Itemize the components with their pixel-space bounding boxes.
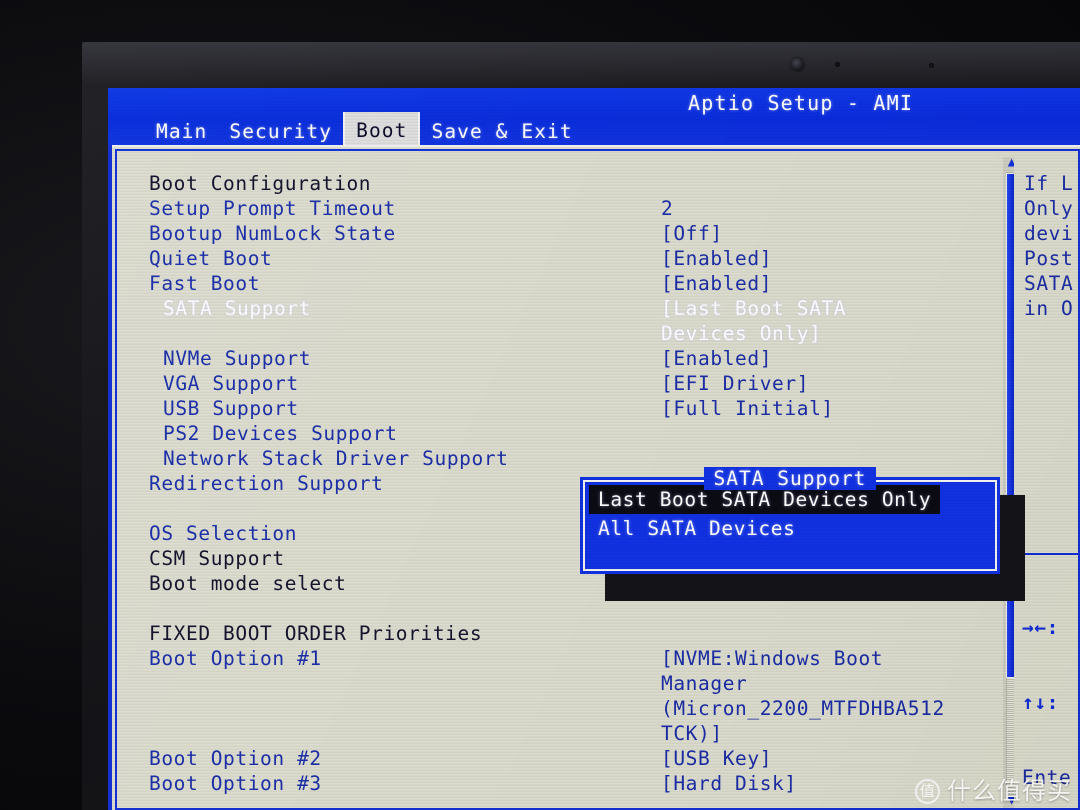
setting-label: PS2 Devices Support: [163, 422, 398, 445]
tab-label: Security: [229, 119, 333, 143]
setting-value[interactable]: [Enabled]: [661, 271, 772, 296]
setting-value[interactable]: [USB Key]: [661, 746, 772, 771]
setting-value[interactable]: [Full Initial]: [661, 396, 834, 421]
menu-tab-bar: Main Security Boot Save & Exit: [108, 112, 1080, 145]
setting-label: Boot Option #1: [149, 647, 322, 670]
help-text: If L Only devi Post SATA in O: [1024, 172, 1074, 320]
scrollbar-thumb[interactable]: [1006, 173, 1014, 678]
help-panel: If L Only devi Post SATA in O →←: ↑↓: En…: [1014, 149, 1080, 810]
scroll-up-arrow-icon[interactable]: ▲: [1004, 156, 1014, 171]
setting-row[interactable]: Setup Prompt Timeout 2: [149, 196, 1009, 221]
setting-label: Bootup NumLock State: [149, 222, 396, 245]
setting-label: NVMe Support: [163, 347, 312, 370]
webcam-icon: [791, 58, 804, 71]
title-bar: Aptio Setup - AMI Main Security Boot Sav…: [108, 88, 1080, 145]
watermark: 值 什么值得买: [915, 779, 1072, 804]
setup-body: Boot Configuration Setup Prompt Timeout …: [108, 145, 1080, 810]
setting-label: Boot Configuration: [149, 172, 372, 195]
laptop-photo: Aptio Setup - AMI Main Security Boot Sav…: [0, 0, 1080, 810]
watermark-logo-icon: 值: [915, 779, 940, 804]
vertical-scrollbar[interactable]: ▲ ▼: [1003, 156, 1014, 808]
tab-label: Main: [156, 119, 208, 143]
tab-security[interactable]: Security: [218, 115, 343, 145]
popup-frame: SATA Support Last Boot SATA Devices Only…: [583, 467, 997, 571]
bios-screen: Aptio Setup - AMI Main Security Boot Sav…: [108, 88, 1080, 810]
setting-row-boot-option-1[interactable]: Boot Option #1 [NVME:Windows Boot Manage…: [149, 646, 1009, 746]
setting-label: Network Stack Driver Support: [163, 447, 509, 470]
setting-row: FIXED BOOT ORDER Priorities: [149, 621, 1009, 646]
setting-label: Boot mode select: [149, 572, 347, 595]
popup-title: SATA Support: [585, 466, 995, 491]
setting-row-sata-support[interactable]: SATA Support [Last Boot SATA Devices Onl…: [149, 296, 1009, 346]
key-legend-up-down: ↑↓:: [1022, 691, 1060, 714]
setting-label: VGA Support: [163, 372, 299, 395]
screen-left-border: [108, 145, 112, 810]
setting-label: USB Support: [163, 397, 299, 420]
key-legend-left-right: →←:: [1022, 616, 1060, 639]
setting-row[interactable]: NVMe Support [Enabled]: [149, 346, 1009, 371]
watermark-text: 什么值得买: [947, 777, 1072, 805]
setting-label: OS Selection: [149, 522, 298, 545]
tab-label: Boot: [356, 118, 408, 142]
tab-main[interactable]: Main: [108, 115, 218, 145]
setting-row[interactable]: Bootup NumLock State [Off]: [149, 221, 1009, 246]
sensor-dot-icon: [929, 63, 934, 68]
setting-row[interactable]: Quiet Boot [Enabled]: [149, 246, 1009, 271]
setting-label: FIXED BOOT ORDER Priorities: [149, 622, 483, 645]
setting-value[interactable]: [Enabled]: [661, 346, 772, 371]
page-title: Aptio Setup - AMI: [688, 91, 914, 115]
setting-label: SATA Support: [163, 297, 312, 320]
setting-value[interactable]: [Enabled]: [661, 246, 772, 271]
tab-save-and-exit[interactable]: Save & Exit: [420, 115, 583, 145]
setting-value[interactable]: [EFI Driver]: [661, 371, 809, 396]
popup-title-label: SATA Support: [703, 467, 877, 490]
setting-label: Fast Boot: [149, 272, 261, 295]
popup-option-all-sata-devices[interactable]: All SATA Devices: [589, 514, 991, 543]
setting-row[interactable]: PS2 Devices Support: [149, 421, 1009, 446]
setting-label: Redirection Support: [149, 472, 384, 495]
sensor-dot-icon: [835, 62, 840, 67]
tab-boot[interactable]: Boot: [343, 112, 421, 145]
setting-row[interactable]: VGA Support [EFI Driver]: [149, 371, 1009, 396]
setting-label: CSM Support: [149, 547, 285, 570]
key-legend: →←: ↑↓: Ente +/-: F1: F2: F3: F4: ESC:: [1022, 565, 1078, 808]
setting-row-boot-option-3[interactable]: Boot Option #3 [Hard Disk]: [149, 771, 1009, 796]
tab-label: Save & Exit: [431, 119, 573, 143]
setting-value[interactable]: 2: [661, 196, 673, 221]
setting-value[interactable]: [NVME:Windows Boot Manager (Micron_2200_…: [661, 646, 945, 746]
setting-value[interactable]: [Off]: [661, 221, 723, 246]
sata-support-popup[interactable]: SATA Support Last Boot SATA Devices Only…: [580, 467, 1000, 574]
setting-row[interactable]: Fast Boot [Enabled]: [149, 271, 1009, 296]
setting-label: Setup Prompt Timeout: [149, 197, 396, 220]
setting-label: Boot Option #3: [149, 772, 322, 795]
setting-row[interactable]: USB Support [Full Initial]: [149, 396, 1009, 421]
setting-row: Boot Configuration: [149, 171, 1009, 196]
setting-value[interactable]: [Hard Disk]: [661, 771, 797, 796]
setting-row-boot-option-2[interactable]: Boot Option #2 [USB Key]: [149, 746, 1009, 771]
setting-label: Quiet Boot: [149, 247, 273, 270]
setting-value[interactable]: [Last Boot SATA Devices Only]: [661, 296, 846, 346]
setting-label: Boot Option #2: [149, 747, 322, 770]
